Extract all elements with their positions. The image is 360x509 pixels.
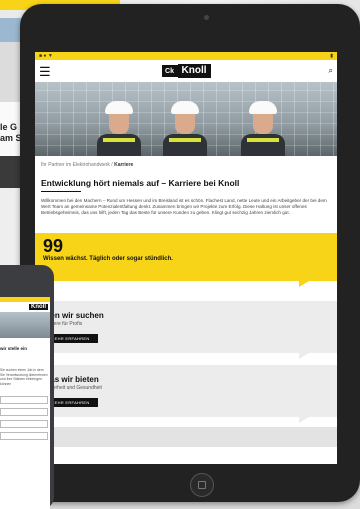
phone-device: Knoll wir stelle ein Sie suchen einen Jo… [0,265,54,509]
phone-heading: wir stelle ein [0,346,28,351]
battery-icon: ▮ [330,53,333,59]
background-blue-block [0,18,22,42]
worker-figure-left [97,101,141,156]
status-bar: ■ ● ▼ ▮ [35,52,337,60]
hero-image [35,82,337,156]
quote-box: 99 Wissen wächst. Täglich oder sogar stü… [35,232,337,287]
quote-tail [299,280,309,287]
logo-mark: Ck [161,65,178,77]
phone-logo-text: Knoll [29,304,48,310]
intro-paragraph: Willkommen bei den Machern – Rund um Hes… [41,198,327,216]
worker-figure-center [163,101,207,156]
search-icon[interactable]: ⌕ [329,66,333,76]
page-title: Entwicklung hört niemals auf – Karriere … [41,178,240,188]
phone-paragraph: Sie suchen einen Job in dem Sie Verantwo… [0,368,48,386]
phone-logo: Knoll [0,302,50,312]
card-tail [299,352,309,359]
quote-text: Wissen wächst. Täglich oder sogar stündl… [43,255,173,262]
worker-figure-right [241,101,285,156]
breadcrumb-home-link[interactable]: Ihr Partner im Elektrohandwerk [41,162,110,168]
card-title: Wen wir suchen [43,310,104,320]
card-wen-wir-suchen: Wen wir suchen Karriere für Profis MEHR … [35,300,337,359]
tablet-camera [204,15,209,20]
home-button[interactable] [190,473,214,497]
card-was-wir-bieten: Was wir bieten Sicherheit und Gesundheit… [35,364,337,423]
phone-form-field[interactable] [0,396,48,405]
quote-mark-icon: 99 [43,235,64,256]
card-title: Was wir bieten [43,374,99,384]
card-subtitle: Karriere für Profis [43,320,83,327]
knoll-logo[interactable]: Ck Knoll [161,64,211,78]
phone-form-field[interactable] [0,432,48,441]
card-tail [299,416,309,423]
tablet-device: ■ ● ▼ ▮ ☰ Ck Knoll ⌕ Ihr Partner im Elek [20,4,360,502]
breadcrumb-current: Karriere [114,162,134,168]
phone-form-field[interactable] [0,420,48,429]
phone-form-field[interactable] [0,408,48,417]
breadcrumb: Ihr Partner im Elektrohandwerk / Karrier… [41,162,134,168]
card-subtitle: Sicherheit und Gesundheit [43,384,102,391]
phone-form [0,386,50,441]
phone-hero-image [0,312,50,338]
site-header: ☰ Ck Knoll ⌕ [35,60,337,82]
logo-text: Knoll [177,64,211,78]
status-icons-left: ■ ● ▼ [39,53,53,59]
menu-icon[interactable]: ☰ [39,65,51,78]
phone-screen: Knoll wir stelle ein Sie suchen einen Jo… [0,297,50,509]
tablet-screen: ■ ● ▼ ▮ ☰ Ck Knoll ⌕ Ihr Partner im Elek [35,52,337,464]
next-section-strip [35,426,337,447]
